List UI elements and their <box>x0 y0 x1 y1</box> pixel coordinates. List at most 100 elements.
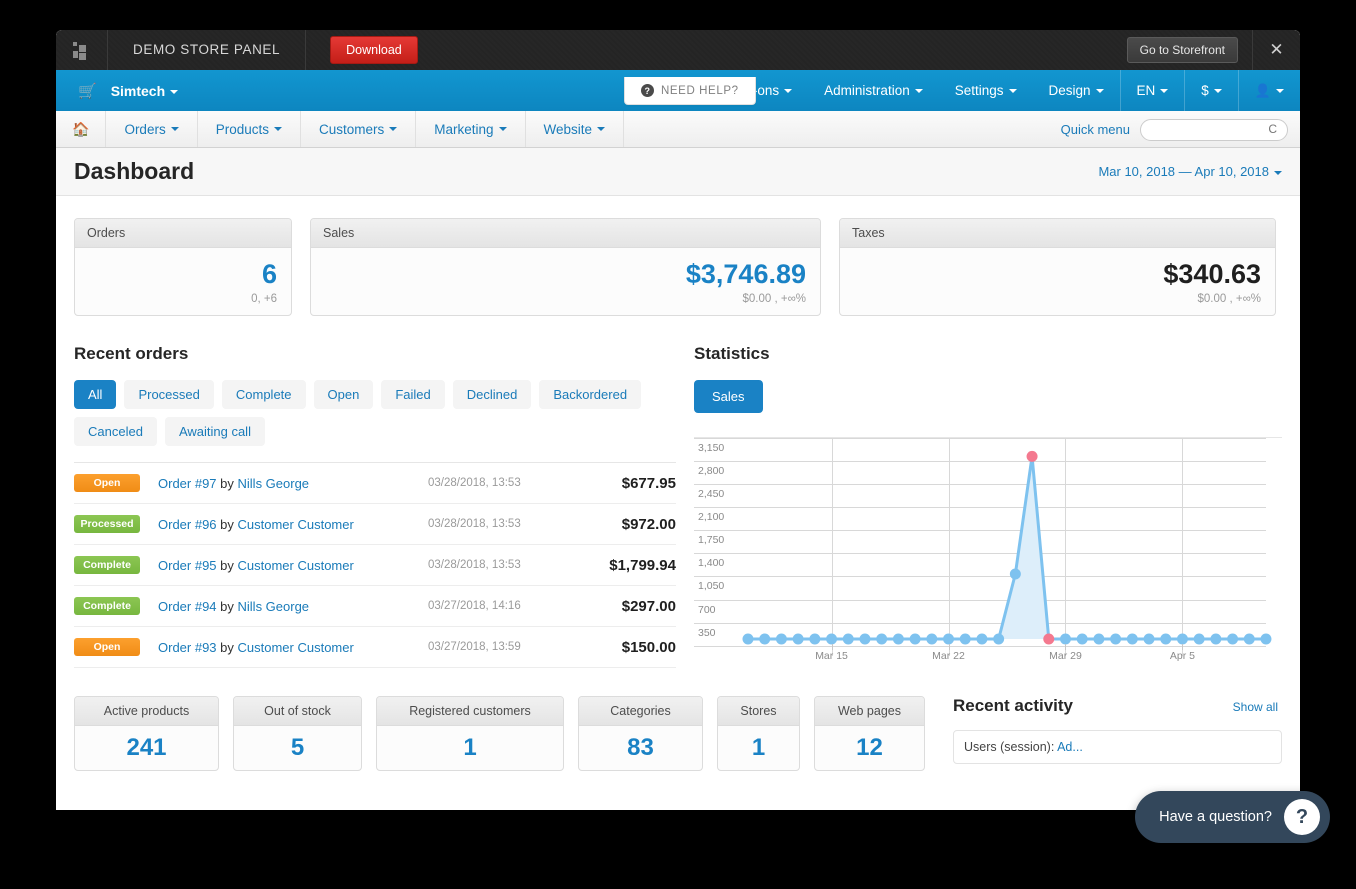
date-range-selector[interactable]: Mar 10, 2018 — Apr 10, 2018 <box>1098 164 1282 179</box>
page-header: Dashboard Mar 10, 2018 — Apr 10, 2018 <box>56 148 1300 196</box>
chart-data-point[interactable] <box>1059 633 1071 645</box>
quick-menu-link[interactable]: Quick menu <box>1061 122 1130 137</box>
chart-data-point[interactable] <box>1009 568 1021 580</box>
customer-link[interactable]: Customer Customer <box>238 558 354 573</box>
chart-data-point[interactable] <box>826 633 838 645</box>
order-filter-backordered[interactable]: Backordered <box>539 380 642 410</box>
chat-widget[interactable]: Have a question? ? <box>1135 791 1330 843</box>
status-badge: Open <box>74 474 140 493</box>
activity-link[interactable]: Ad... <box>1057 740 1083 754</box>
show-all-link[interactable]: Show all <box>1233 700 1278 714</box>
chart-data-point[interactable] <box>943 633 955 645</box>
order-description: Order #95 by Customer Customer <box>158 558 428 573</box>
status-badge: Open <box>74 638 140 657</box>
chart-plot-area: 3,150 2,800 2,450 2,100 1,750 1,400 1,050 700 35… <box>693 438 1272 662</box>
order-link[interactable]: Order #96 <box>158 517 217 532</box>
chevron-down-icon <box>498 127 507 131</box>
chevron-down-icon <box>170 127 179 131</box>
order-link[interactable]: Order #94 <box>158 599 217 614</box>
order-filter-complete[interactable]: Complete <box>221 380 306 410</box>
section-title: Recent orders <box>74 344 189 364</box>
chevron-down-icon <box>1095 88 1104 93</box>
order-link[interactable]: Order #93 <box>158 640 217 655</box>
chart-data-point[interactable] <box>926 633 938 645</box>
order-link[interactable]: Order #97 <box>158 476 217 491</box>
chart-data-point[interactable] <box>892 633 904 645</box>
close-icon[interactable]: ✕ <box>1252 30 1300 70</box>
card-value: $340.63 <box>1163 259 1261 289</box>
table-row[interactable]: Complete Order #94 by Nills George 03/27/2… <box>74 586 676 628</box>
statistics-section: Statistics Sales 3,150 2,800 2,450 2,100 1,7… <box>693 344 1282 668</box>
order-date: 03/28/2018, 13:53 <box>427 477 521 490</box>
chart-data-point[interactable] <box>1126 633 1138 645</box>
chart-data-point[interactable] <box>876 633 888 645</box>
chart-data-point[interactable] <box>1243 633 1255 645</box>
subnav-item-customers[interactable]: Customers <box>301 111 417 147</box>
chart-data-point[interactable] <box>1227 633 1239 645</box>
chart-data-point[interactable] <box>842 633 854 645</box>
home-icon[interactable]: 🏠 <box>56 111 107 147</box>
chart-data-point[interactable] <box>1210 633 1222 645</box>
customer-link[interactable]: Customer Customer <box>238 640 354 655</box>
order-filter-failed[interactable]: Failed <box>381 380 445 410</box>
chart-data-point[interactable] <box>1193 633 1205 645</box>
table-row[interactable]: Complete Order #95 by Customer Customer 03… <box>74 545 676 587</box>
chart-data-point[interactable] <box>993 633 1005 645</box>
tab-sales[interactable]: Sales <box>693 380 763 414</box>
card-subvalue: 0, +6 <box>251 293 277 306</box>
order-filter-canceled[interactable]: Canceled <box>74 417 157 447</box>
order-link[interactable]: Order #95 <box>158 558 217 573</box>
chart-data-point[interactable] <box>1043 633 1055 645</box>
status-badge: Complete <box>74 597 140 616</box>
order-filter-declined[interactable]: Declined <box>452 380 532 410</box>
order-filter-all[interactable]: All <box>74 380 117 410</box>
chart-y-tick-label: 1,400 <box>697 557 725 570</box>
search-input[interactable]: C <box>1140 118 1288 141</box>
customer-link[interactable]: Nills George <box>238 599 310 614</box>
chart-data-point[interactable] <box>1143 633 1155 645</box>
chart-data-point[interactable] <box>809 633 821 645</box>
customer-link[interactable]: Nills George <box>238 476 310 491</box>
summary-cards: Orders 6 0, +6 Sales $3,746.89 $0.00 , +… <box>74 218 1282 317</box>
chart-data-point[interactable] <box>775 633 787 645</box>
menu-language[interactable]: EN <box>1119 70 1185 111</box>
order-filter-open[interactable]: Open <box>313 380 374 410</box>
subnav-item-products[interactable]: Products <box>198 111 301 147</box>
go-to-storefront-button[interactable]: Go to Storefront <box>1126 37 1238 63</box>
chart-data-point[interactable] <box>1176 633 1188 645</box>
chart-data-point[interactable] <box>859 633 871 645</box>
subnav-item-orders[interactable]: Orders <box>106 111 198 147</box>
menu-user-account[interactable]: 👤 <box>1237 70 1300 111</box>
chart-data-point[interactable] <box>959 633 971 645</box>
chart-data-point[interactable] <box>1093 633 1105 645</box>
chart-data-point[interactable] <box>976 633 988 645</box>
customer-link[interactable]: Customer Customer <box>238 517 354 532</box>
subnav-item-website[interactable]: Website <box>526 111 625 147</box>
chart-x-tick-label: Mar 29 <box>1049 650 1082 663</box>
store-switcher[interactable]: Simtech <box>111 83 179 99</box>
subnav-item-marketing[interactable]: Marketing <box>416 111 526 147</box>
menu-design[interactable]: Design <box>1033 70 1120 111</box>
chart-data-point[interactable] <box>759 633 771 645</box>
download-button[interactable]: Download <box>330 36 418 64</box>
card-value: $3,746.89 <box>685 259 806 289</box>
table-row[interactable]: Open Order #97 by Nills George 03/28/2018,… <box>74 463 676 505</box>
chart-data-point[interactable] <box>1076 633 1088 645</box>
chart-data-point[interactable] <box>792 633 804 645</box>
chart-data-point[interactable] <box>742 633 754 645</box>
order-filter-processed[interactable]: Processed <box>124 380 214 410</box>
chart-data-point[interactable] <box>1110 633 1122 645</box>
chart-data-point[interactable] <box>1160 633 1172 645</box>
chart-data-point[interactable] <box>1026 451 1038 463</box>
table-row[interactable]: Open Order #93 by Customer Customer 03/27/… <box>74 627 676 669</box>
order-filter-awaiting-call[interactable]: Awaiting call <box>164 417 265 447</box>
table-row[interactable]: Processed Order #96 by Customer Customer 0… <box>74 504 676 546</box>
need-help-button[interactable]: ? NEED HELP? <box>624 77 756 105</box>
menu-currency[interactable]: $ <box>1184 70 1238 111</box>
demo-store-bar: DEMO STORE PANEL Download Go to Storefro… <box>56 30 1300 70</box>
chart-data-point[interactable] <box>909 633 921 645</box>
chart-data-point[interactable] <box>1260 633 1272 645</box>
menu-settings[interactable]: Settings <box>939 70 1033 111</box>
order-by-label: by <box>216 557 238 573</box>
menu-administration[interactable]: Administration <box>808 70 939 111</box>
